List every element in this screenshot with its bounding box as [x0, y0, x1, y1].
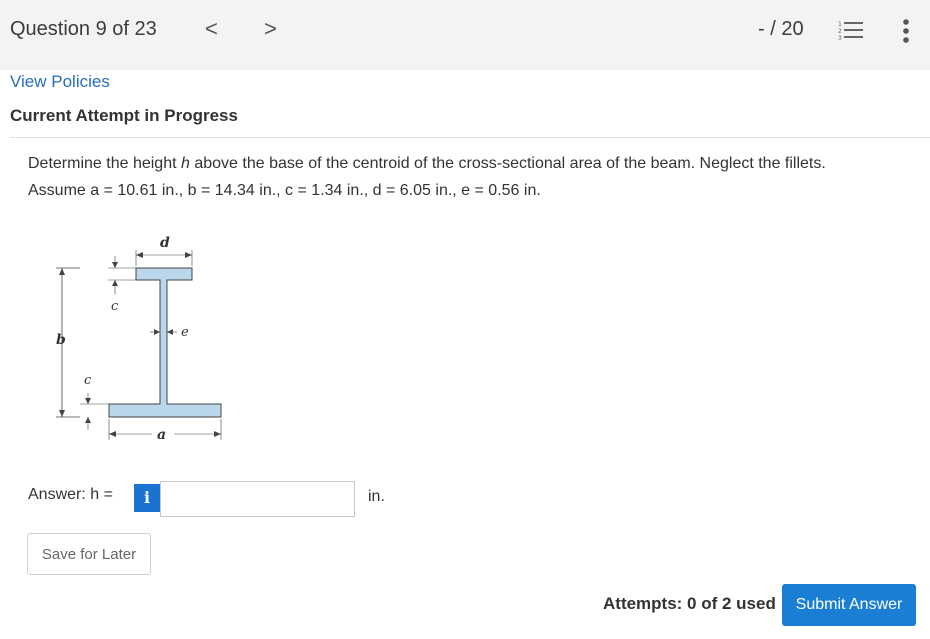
question-text: Determine the height h above the base of… [28, 150, 918, 204]
label-e: e [181, 325, 189, 340]
info-icon[interactable]: i [134, 484, 160, 512]
label-d: d [160, 235, 170, 251]
i-beam-shape [108, 267, 222, 418]
attempts-counter: Attempts: 0 of 2 used [603, 594, 776, 613]
question-line-1: Determine the height h above the base of… [28, 155, 826, 172]
question-line-2: Assume a = 10.61 in., b = 14.34 in., c =… [28, 182, 541, 199]
attempt-status: Current Attempt in Progress [10, 106, 238, 125]
svg-text:2: 2 [838, 28, 842, 35]
svg-text:3: 3 [838, 35, 842, 41]
beam-cross-section-figure: b c c d e a [56, 235, 222, 443]
divider [10, 137, 930, 138]
answer-unit: in. [368, 488, 385, 505]
chevron-right-icon[interactable]: > [264, 16, 277, 42]
score-display: - / 20 [758, 18, 804, 40]
label-c-top: c [111, 299, 119, 314]
question-list-icon[interactable]: 1 2 3 [838, 19, 864, 41]
label-b: b [56, 332, 66, 348]
view-policies-link[interactable]: View Policies [10, 72, 110, 92]
svg-text:1: 1 [838, 21, 842, 28]
chevron-left-icon[interactable]: < [205, 16, 218, 42]
question-counter: Question 9 of 23 [10, 18, 157, 40]
label-c-bottom: c [84, 373, 92, 388]
answer-label: Answer: h = [28, 486, 113, 503]
answer-input[interactable] [160, 481, 355, 517]
submit-answer-button[interactable]: Submit Answer [782, 584, 916, 626]
top-bar: Question 9 of 23 < > - / 20 1 2 3 [0, 0, 930, 70]
label-a: a [157, 427, 166, 443]
more-vertical-icon[interactable] [898, 18, 914, 44]
save-for-later-button[interactable]: Save for Later [27, 533, 151, 575]
